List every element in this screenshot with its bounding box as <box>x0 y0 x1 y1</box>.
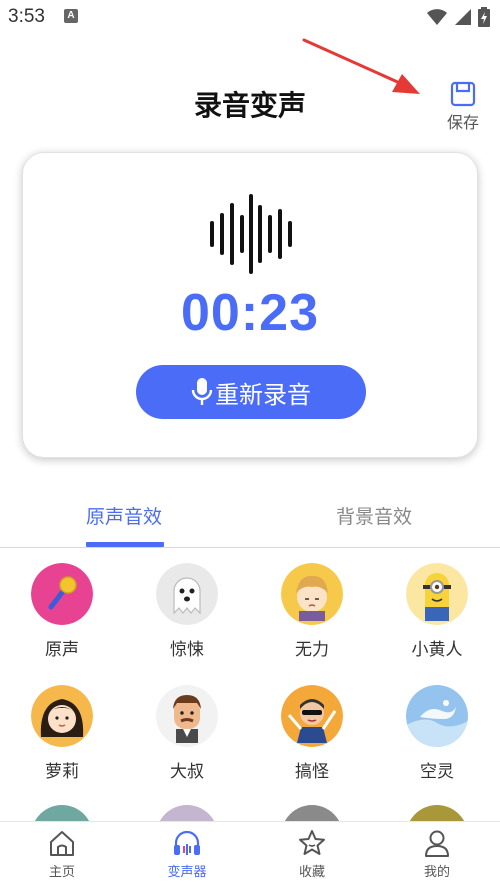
save-label: 保存 <box>446 113 479 132</box>
bottom-navigation: 主页 变声器 收藏 我的 <box>0 821 500 889</box>
effect-ethereal[interactable]: 空灵 <box>387 685 487 782</box>
effect-avatar-partial[interactable] <box>281 805 343 821</box>
recording-timer: 00:23 <box>181 284 319 342</box>
effect-tabs: 原声音效 背景音效 <box>0 490 500 548</box>
effect-label: 小黄人 <box>411 640 463 660</box>
nav-label: 变声器 <box>167 865 207 880</box>
effect-label: 搞怪 <box>295 762 329 782</box>
effect-label: 空灵 <box>420 762 454 782</box>
effects-grid: 原声 惊悚 无力 小黄人 萝莉 大叔 搞怪 空灵 <box>0 549 500 821</box>
effect-uncle[interactable]: 大叔 <box>137 685 237 782</box>
nav-voice-changer[interactable]: 变声器 <box>137 828 237 880</box>
status-bar: 3:53 A <box>0 0 500 34</box>
battery-icon <box>478 7 490 27</box>
ghost-avatar-icon <box>156 563 218 625</box>
status-indicators <box>426 6 490 28</box>
nav-label: 主页 <box>48 865 75 880</box>
rerecord-button[interactable]: 重新录音 <box>136 365 366 419</box>
app-notification-icon: A <box>64 9 78 23</box>
save-icon <box>450 81 476 107</box>
effect-thriller[interactable]: 惊悚 <box>137 563 237 660</box>
status-time: 3:53 <box>8 6 45 27</box>
funny-avatar-icon <box>281 685 343 747</box>
nav-favorites[interactable]: 收藏 <box>262 828 362 880</box>
microphone-avatar-icon <box>31 563 93 625</box>
tired-boy-avatar-icon <box>281 563 343 625</box>
user-icon <box>425 830 449 857</box>
nav-profile[interactable]: 我的 <box>387 828 487 880</box>
wifi-icon <box>427 9 447 25</box>
recorder-card: 00:23 重新录音 <box>22 152 478 458</box>
ethereal-avatar-icon <box>406 685 468 747</box>
star-icon <box>299 830 325 855</box>
girl-avatar-icon <box>31 685 93 747</box>
minion-avatar-icon <box>406 563 468 625</box>
uncle-avatar-icon <box>156 685 218 747</box>
effect-minion[interactable]: 小黄人 <box>387 563 487 660</box>
signal-icon <box>455 9 471 25</box>
home-icon <box>50 831 74 856</box>
tab-background-effects[interactable]: 背景音效 <box>336 502 412 529</box>
effect-label: 大叔 <box>170 762 204 782</box>
effect-avatar-partial[interactable] <box>31 805 93 821</box>
nav-label: 我的 <box>423 865 450 880</box>
microphone-icon <box>191 378 213 405</box>
tab-original-effects[interactable]: 原声音效 <box>86 502 162 529</box>
effect-label: 萝莉 <box>45 762 79 782</box>
effect-original[interactable]: 原声 <box>12 563 112 660</box>
save-button[interactable]: 保存 <box>440 80 486 132</box>
effect-avatar-partial[interactable] <box>156 805 218 821</box>
effect-label: 无力 <box>295 640 329 660</box>
active-tab-indicator <box>86 542 164 547</box>
effect-label: 原声 <box>45 640 79 660</box>
effect-loli[interactable]: 萝莉 <box>12 685 112 782</box>
effect-label: 惊悚 <box>170 640 204 660</box>
effect-avatar-partial[interactable] <box>406 805 468 821</box>
nav-home[interactable]: 主页 <box>12 828 112 880</box>
rerecord-label: 重新录音 <box>215 380 311 409</box>
effect-weak[interactable]: 无力 <box>262 563 362 660</box>
nav-label: 收藏 <box>298 865 325 880</box>
effect-funny[interactable]: 搞怪 <box>262 685 362 782</box>
headphones-icon <box>174 830 200 855</box>
page-title: 录音变声 <box>193 89 306 122</box>
soundwave-icon <box>210 194 292 274</box>
